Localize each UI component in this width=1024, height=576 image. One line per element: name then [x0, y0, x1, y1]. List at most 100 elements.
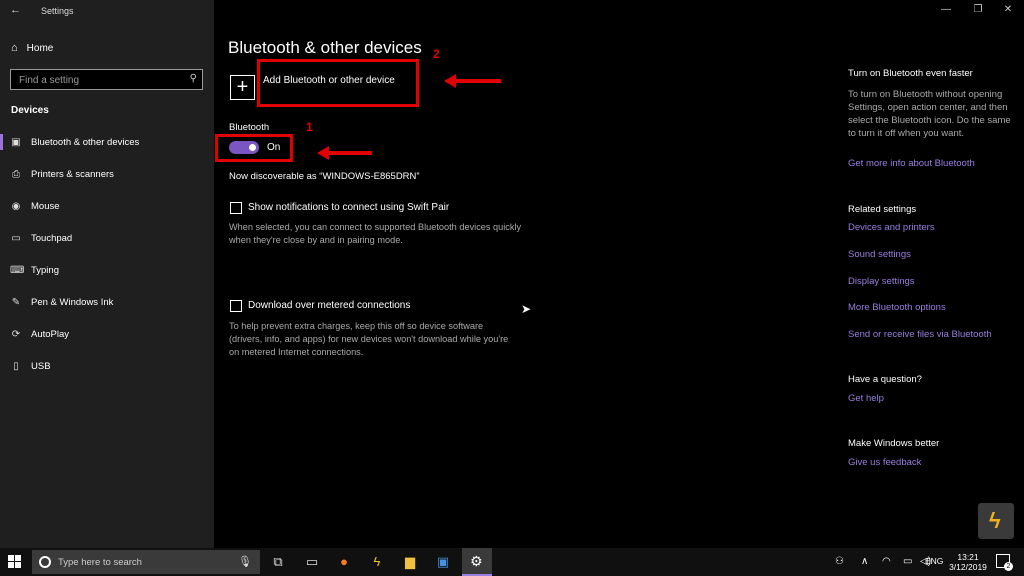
language-indicator[interactable]: ENG: [925, 556, 943, 566]
annotation-arrow-toggle: [317, 146, 372, 160]
printer-icon: ⎙: [12, 168, 20, 180]
windows-logo-part: [8, 562, 14, 568]
clock-time: 13:21: [957, 552, 979, 562]
keyboard-icon: ⌨: [10, 264, 25, 276]
gear-icon: ⚙: [470, 553, 483, 569]
find-setting-search[interactable]: Find a setting ⚲: [10, 69, 203, 90]
metered-checkbox[interactable]: [230, 300, 242, 312]
window-app-icon[interactable]: ▭: [302, 553, 322, 571]
page-title: Bluetooth & other devices: [228, 38, 422, 57]
sidebar-item-label: Pen & Windows Ink: [31, 296, 114, 308]
metered-label[interactable]: Download over metered connections: [248, 300, 410, 311]
sidebar-item-touchpad[interactable]: ▭ Touchpad: [0, 227, 214, 249]
close-button[interactable]: ✕: [1000, 4, 1016, 15]
link-bluetooth-info[interactable]: Get more info about Bluetooth: [848, 158, 1018, 169]
sidebar-item-label: Typing: [31, 264, 59, 276]
cortana-icon: [39, 556, 51, 568]
search-placeholder: Find a setting: [19, 75, 80, 86]
bluetooth-label: Bluetooth: [229, 122, 270, 133]
link-send-receive-files[interactable]: Send or receive files via Bluetooth: [848, 329, 1018, 340]
title-bar: ← Settings — ❐ ✕: [0, 0, 1024, 22]
chevron-up-icon[interactable]: ∧: [861, 556, 868, 567]
sidebar-item-usb[interactable]: ▯ USB: [0, 355, 214, 377]
sidebar-item-label: AutoPlay: [31, 328, 70, 340]
clock-date: 3/12/2019: [949, 562, 987, 572]
settings-taskbar-button[interactable]: ⚙: [462, 548, 492, 576]
mouse-icon: ◉: [11, 200, 21, 212]
annotation-box-toggle: [215, 134, 293, 162]
swift-pair-label[interactable]: Show notifications to connect using Swif…: [248, 202, 449, 213]
bluetooth-devices-icon: ▣: [11, 136, 21, 148]
sidebar-item-label: Printers & scanners: [31, 168, 114, 180]
sidebar-item-typing[interactable]: ⌨ Typing: [0, 259, 214, 281]
windows-logo-part: [15, 562, 21, 568]
people-icon[interactable]: ⚇: [835, 556, 844, 567]
firefox-icon[interactable]: ●: [334, 553, 354, 571]
taskbar: Type here to search 🎙 ⧉ ▭ ● ϟ ▆ ▣ ⚙ ⚇ ∧ …: [0, 548, 1024, 576]
sidebar-item-pen[interactable]: ✎ Pen & Windows Ink: [0, 291, 214, 313]
faster-heading: Turn on Bluetooth even faster: [848, 68, 973, 79]
home-icon: ⌂: [11, 42, 18, 54]
sidebar-item-label: Mouse: [31, 200, 60, 212]
swift-pair-checkbox[interactable]: [230, 202, 242, 214]
back-arrow-icon[interactable]: ←: [10, 4, 21, 16]
sidebar-item-label: USB: [31, 360, 51, 372]
sidebar-home[interactable]: ⌂ Home: [11, 42, 53, 54]
annotation-number-2: 2: [433, 47, 440, 61]
link-give-feedback[interactable]: Give us feedback: [848, 457, 1018, 468]
notification-count: 2: [1004, 562, 1013, 571]
sidebar-item-printers[interactable]: ⎙ Printers & scanners: [0, 163, 214, 185]
swift-pair-description: When selected, you can connect to suppor…: [229, 222, 522, 245]
pen-icon: ✎: [11, 296, 21, 308]
annotation-number-1: 1: [306, 120, 313, 134]
windows-logo-part: [15, 555, 21, 561]
lightning-icon: ϟ: [989, 508, 1001, 533]
annotation-box-add-device: [257, 59, 419, 107]
feedback-heading: Make Windows better: [848, 438, 940, 449]
sidebar-item-label: Bluetooth & other devices: [31, 136, 140, 148]
lightning-app-icon[interactable]: ϟ: [367, 553, 387, 571]
link-more-bluetooth-options[interactable]: More Bluetooth options: [848, 302, 1018, 313]
faster-text: To turn on Bluetooth without opening Set…: [848, 89, 1011, 139]
microphone-icon[interactable]: 🎙: [238, 555, 252, 568]
taskbar-search-placeholder: Type here to search: [58, 557, 142, 568]
link-display-settings[interactable]: Display settings: [848, 276, 1018, 287]
watermark-logo: ϟ: [978, 503, 1014, 539]
sidebar-item-mouse[interactable]: ◉ Mouse: [0, 195, 214, 217]
active-indicator: [0, 134, 3, 150]
windows-logo-icon: [8, 555, 14, 561]
start-button[interactable]: [8, 555, 22, 569]
link-get-help[interactable]: Get help: [848, 393, 1018, 404]
app-title: Settings: [41, 6, 74, 16]
battery-icon[interactable]: ▭: [903, 556, 912, 567]
file-explorer-icon[interactable]: ▆: [400, 553, 420, 571]
link-devices-printers[interactable]: Devices and printers: [848, 222, 1018, 233]
sidebar-item-bluetooth[interactable]: ▣ Bluetooth & other devices: [0, 131, 214, 153]
question-heading: Have a question?: [848, 374, 922, 385]
search-icon[interactable]: ⚲: [190, 73, 197, 84]
sidebar-item-label: Touchpad: [31, 232, 73, 244]
annotation-arrow-add-device: [444, 74, 501, 88]
link-sound-settings[interactable]: Sound settings: [848, 249, 1018, 260]
discoverable-text: Now discoverable as “WINDOWS-E865DRN”: [229, 171, 420, 182]
home-label: Home: [26, 42, 54, 54]
maximize-button[interactable]: ❐: [970, 4, 986, 15]
action-center-icon[interactable]: 2: [996, 554, 1013, 571]
plus-icon: +: [236, 76, 249, 98]
taskbar-search-box[interactable]: Type here to search 🎙: [32, 550, 260, 574]
add-device-button[interactable]: +: [230, 75, 255, 100]
clock[interactable]: 13:21 3/12/2019: [948, 552, 988, 572]
autoplay-icon: ⟳: [11, 328, 21, 340]
mouse-cursor-icon: ➤: [521, 302, 532, 316]
network-icon[interactable]: ◠: [882, 556, 891, 567]
touchpad-icon: ▭: [11, 232, 21, 244]
sidebar: ⌂ Home Find a setting ⚲ Devices ▣ Blueto…: [0, 0, 214, 548]
task-view-icon[interactable]: ⧉: [268, 553, 288, 571]
app-window-icon[interactable]: ▣: [433, 553, 453, 571]
section-header-devices: Devices: [11, 105, 49, 116]
sidebar-item-autoplay[interactable]: ⟳ AutoPlay: [0, 323, 214, 345]
usb-icon: ▯: [13, 360, 19, 372]
related-settings-heading: Related settings: [848, 204, 917, 215]
metered-description: To help prevent extra charges, keep this…: [229, 321, 509, 357]
minimize-button[interactable]: —: [938, 4, 954, 15]
